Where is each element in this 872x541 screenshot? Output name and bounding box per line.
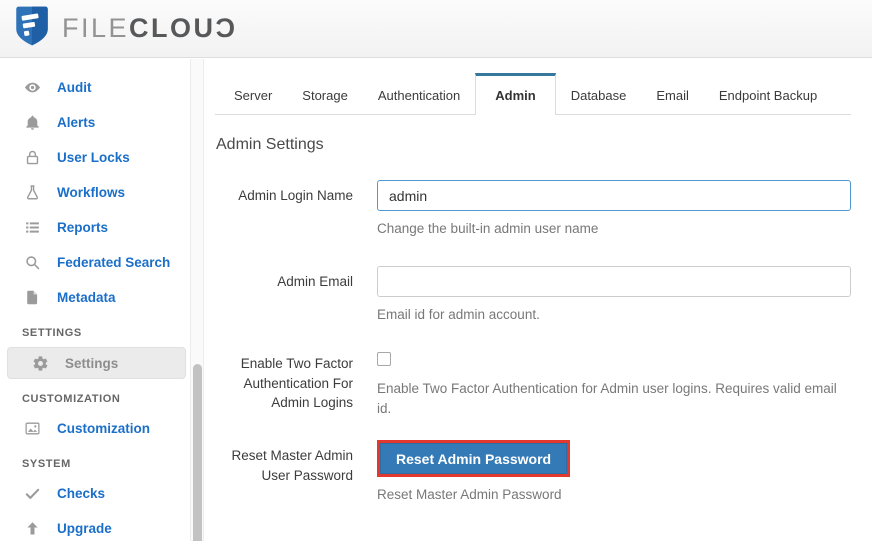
lock-icon xyxy=(24,149,41,166)
fileCloud-wordmark: FILECLOUƆ xyxy=(62,13,238,44)
main-content: Server Storage Authentication Admin Data… xyxy=(204,59,872,541)
form-row-two-factor: Enable Two Factor Authentication For Adm… xyxy=(215,348,851,418)
admin-login-name-label: Admin Login Name xyxy=(238,188,353,203)
sidebar-item-label: Audit xyxy=(57,80,92,95)
two-factor-label: Enable Two Factor Authentication For Adm… xyxy=(240,356,353,411)
image-icon xyxy=(24,420,41,437)
document-icon xyxy=(24,289,41,306)
form-row-reset-password: Reset Master Admin User Password Reset A… xyxy=(215,440,851,505)
tab-email[interactable]: Email xyxy=(641,77,704,114)
eye-icon xyxy=(24,79,41,96)
sidebar-item-reports[interactable]: Reports xyxy=(0,210,188,245)
sidebar-item-label: Checks xyxy=(57,486,106,501)
flask-icon xyxy=(24,184,41,201)
sidebar-item-metadata[interactable]: Metadata xyxy=(0,280,188,315)
page-title: Admin Settings xyxy=(216,136,324,153)
form-row-admin-email: Admin Email Email id for admin account. xyxy=(215,265,851,325)
sidebar-item-workflows[interactable]: Workflows xyxy=(0,175,188,210)
sidebar-item-alerts[interactable]: Alerts xyxy=(0,105,188,140)
two-factor-helper: Enable Two Factor Authentication for Adm… xyxy=(377,381,837,416)
tab-admin[interactable]: Admin xyxy=(475,73,556,115)
reset-password-label: Reset Master Admin User Password xyxy=(231,448,353,483)
wordmark-file: FILE xyxy=(62,13,130,43)
sidebar-item-label: User Locks xyxy=(57,150,130,165)
sidebar-section-customization: CUSTOMIZATION xyxy=(22,393,121,405)
admin-email-helper: Email id for admin account. xyxy=(377,306,540,322)
tab-storage[interactable]: Storage xyxy=(287,77,363,114)
admin-settings-form: Admin Login Name Change the built-in adm… xyxy=(215,180,851,505)
two-factor-checkbox[interactable] xyxy=(377,352,391,367)
list-icon xyxy=(24,219,41,236)
admin-email-label: Admin Email xyxy=(277,273,353,289)
sidebar-section-settings: SETTINGS xyxy=(22,327,82,339)
sidebar-item-label: Federated Search xyxy=(57,255,171,270)
sidebar-item-label: Workflows xyxy=(57,185,126,200)
admin-login-name-input[interactable] xyxy=(377,180,851,211)
sidebar-scrollbar-thumb[interactable] xyxy=(193,364,202,541)
settings-tab-bar: Server Storage Authentication Admin Data… xyxy=(215,73,851,115)
reset-password-helper: Reset Master Admin Password xyxy=(377,487,562,503)
annotation-highlight-box: Reset Admin Password xyxy=(377,440,571,478)
admin-email-input[interactable] xyxy=(377,265,851,297)
check-icon xyxy=(24,485,41,502)
fileCloud-shield-icon xyxy=(13,5,51,52)
sidebar-item-label: Customization xyxy=(57,421,150,436)
sidebar-item-label: Settings xyxy=(65,355,119,371)
sidebar-item-upgrade[interactable]: Upgrade xyxy=(0,511,188,541)
fileCloud-admin-portal: FILECLOUƆ Audit Alerts User Locks Workfl… xyxy=(0,0,872,541)
tab-endpoint-backup[interactable]: Endpoint Backup xyxy=(704,77,832,114)
search-icon xyxy=(24,254,41,271)
sidebar-item-user-locks[interactable]: User Locks xyxy=(0,140,188,175)
fileCloud-logo: FILECLOUƆ xyxy=(13,5,238,52)
tab-authentication[interactable]: Authentication xyxy=(363,77,475,114)
sidebar-item-federated-search[interactable]: Federated Search xyxy=(0,245,188,280)
top-header: FILECLOUƆ xyxy=(0,0,872,58)
sidebar-nav: Audit Alerts User Locks Workflows Report xyxy=(0,59,188,541)
sidebar-item-label: Metadata xyxy=(57,290,116,305)
tab-database[interactable]: Database xyxy=(556,77,642,114)
admin-login-name-helper: Change the built-in admin user name xyxy=(377,221,599,236)
bell-icon xyxy=(24,114,41,131)
sidebar-item-label: Upgrade xyxy=(57,521,112,536)
sidebar-item-label: Reports xyxy=(57,220,109,235)
reset-admin-password-button[interactable]: Reset Admin Password xyxy=(380,443,568,475)
sidebar-section-system: SYSTEM xyxy=(22,458,71,470)
sidebar-item-audit[interactable]: Audit xyxy=(0,70,188,105)
sidebar-item-settings[interactable]: Settings xyxy=(7,347,186,379)
sidebar-item-label: Alerts xyxy=(57,115,96,130)
sidebar-item-checks[interactable]: Checks xyxy=(0,476,188,511)
sidebar-item-customization[interactable]: Customization xyxy=(0,411,188,446)
arrow-up-icon xyxy=(24,520,41,537)
wordmark-cloud: CLOUƆ xyxy=(129,13,238,43)
sidebar-scrollbar-track[interactable] xyxy=(190,59,204,541)
form-row-admin-login-name: Admin Login Name Change the built-in adm… xyxy=(215,180,851,239)
gear-icon xyxy=(32,355,49,372)
tab-server[interactable]: Server xyxy=(219,77,287,114)
